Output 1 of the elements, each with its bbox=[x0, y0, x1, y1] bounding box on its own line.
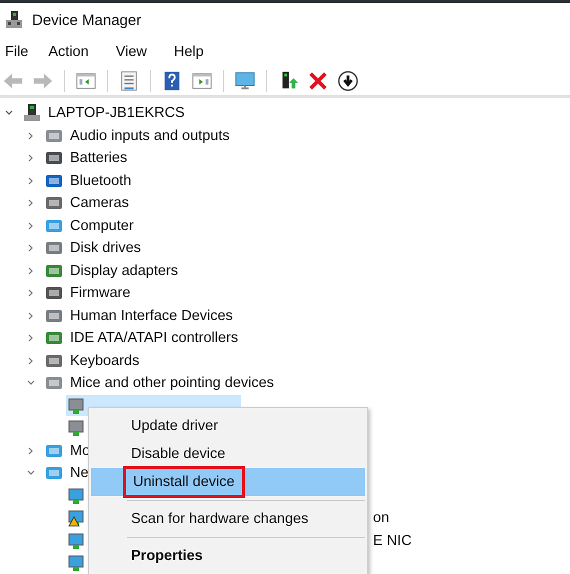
window-title: Device Manager bbox=[32, 12, 142, 28]
